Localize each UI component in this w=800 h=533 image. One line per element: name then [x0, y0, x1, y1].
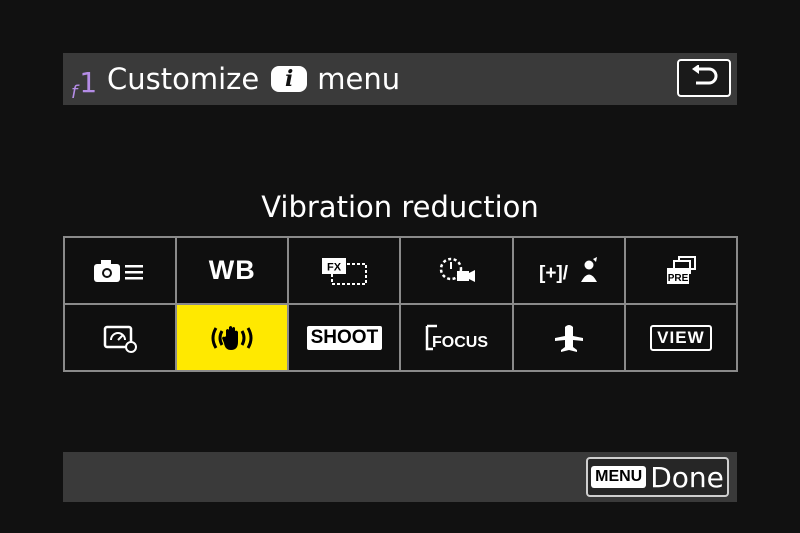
- footer-bar: MENU Done: [63, 452, 737, 502]
- exposure-comp-icon: [+]/: [539, 256, 597, 284]
- grid-cell-focus-mode[interactable]: FOCUS: [400, 304, 513, 371]
- grid-cell-pre-release[interactable]: PRE: [624, 237, 737, 304]
- selected-item-label: Vibration reduction: [261, 190, 539, 224]
- menu-button-icon: MENU: [591, 466, 647, 488]
- view-label: VIEW: [650, 324, 712, 351]
- i-menu-grid: WB FX [+]/ PRE SHOOT FOCUS VIEW: [63, 236, 738, 372]
- menu-code-number: 1: [79, 66, 98, 99]
- vibration-reduction-icon: [211, 325, 253, 350]
- done-label: Done: [650, 460, 724, 494]
- white-balance-label: WB: [208, 255, 256, 285]
- focus-label: FOCUS: [432, 334, 488, 351]
- title-suffix: menu: [317, 62, 401, 96]
- shoot-label: SHOOT: [306, 325, 383, 350]
- done-button[interactable]: MENU Done: [586, 457, 729, 497]
- monitor-brightness-icon: [103, 325, 138, 353]
- return-arrow-icon: [692, 65, 718, 85]
- airplane-mode-icon: [554, 324, 583, 352]
- back-button[interactable]: [677, 59, 731, 97]
- fx-format-label: FX: [327, 261, 342, 273]
- grid-cell-white-balance[interactable]: WB: [176, 237, 289, 304]
- grid-cell-movie-timer[interactable]: [400, 237, 513, 304]
- menu-code-letter: f: [71, 82, 78, 103]
- menu-header: f1 Customize i menu: [63, 53, 737, 105]
- page-title: Customize i menu: [107, 61, 400, 97]
- grid-cell-shooting-menu-bank[interactable]: SHOOT: [288, 304, 401, 371]
- title-prefix: Customize: [107, 62, 260, 96]
- grid-cell-view-mode[interactable]: VIEW: [624, 304, 737, 371]
- grid-cell-monitor-brightness[interactable]: [64, 304, 177, 371]
- movie-timer-icon: [439, 257, 475, 282]
- fx-format-icon: FX: [322, 257, 368, 285]
- exposure-comp-label: [+]/: [539, 263, 569, 284]
- pre-release-label: PRE: [668, 273, 689, 284]
- grid-cell-image-area[interactable]: FX: [288, 237, 401, 304]
- grid-cell-exposure-comp[interactable]: [+]/: [512, 237, 625, 304]
- pre-release-capture-icon: PRE: [666, 255, 696, 284]
- camera-menu-icon: [94, 259, 144, 282]
- i-menu-badge-icon: i: [271, 66, 308, 92]
- grid-cell-camera-menu[interactable]: [64, 237, 177, 304]
- grid-cell-vibration-reduction[interactable]: [176, 304, 289, 371]
- grid-cell-airplane-mode[interactable]: [512, 304, 625, 371]
- menu-code: f1: [71, 66, 98, 103]
- focus-icon: FOCUS: [425, 324, 488, 351]
